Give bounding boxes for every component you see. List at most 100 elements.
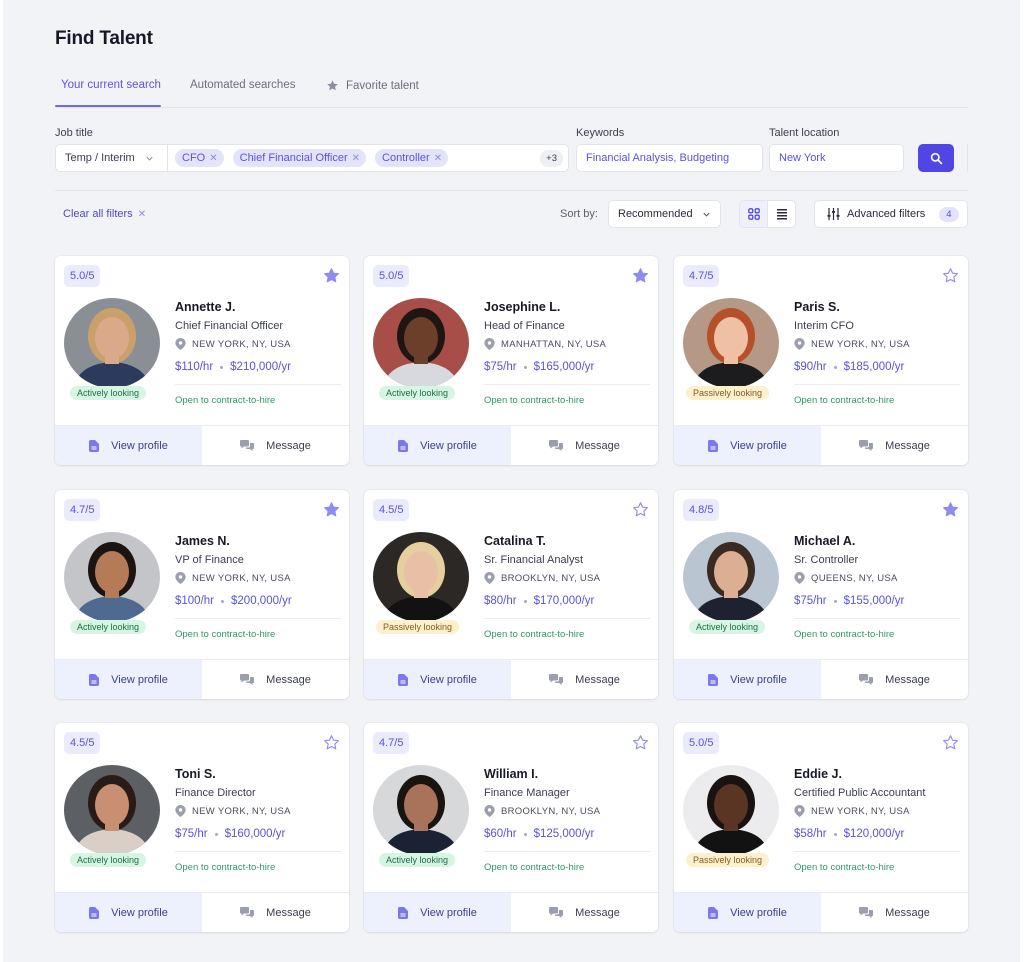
message-button[interactable]: Message — [821, 893, 968, 932]
avatar-photo — [683, 532, 779, 622]
contract-type: Open to contract-to-hire — [175, 862, 276, 873]
message-button[interactable]: Message — [202, 660, 349, 699]
document-icon — [89, 906, 100, 919]
message-button[interactable]: Message — [511, 426, 658, 465]
talent-location: BROOKLYN, NY, USA — [484, 572, 600, 584]
avatar[interactable] — [683, 765, 779, 855]
remove-chip-icon[interactable]: ✕ — [209, 153, 217, 164]
star-icon[interactable] — [323, 267, 340, 284]
location-text: NEW YORK, NY, USA — [192, 338, 291, 350]
message-label: Message — [885, 439, 930, 452]
chip-controller: Controller ✕ — [375, 149, 449, 167]
view-profile-button[interactable]: View profile — [364, 660, 511, 699]
find-talent-page: Find Talent Your current search Automate… — [3, 0, 1020, 962]
star-icon[interactable] — [323, 501, 340, 518]
view-profile-button[interactable]: View profile — [55, 660, 202, 699]
divider — [967, 144, 968, 172]
talent-rates: $75/hr $165,000/yr — [484, 361, 594, 373]
rating-badge: 4.7/5 — [683, 265, 720, 287]
tab-favorite-talent[interactable]: Favorite talent — [326, 79, 419, 92]
talent-name[interactable]: Michael A. — [794, 534, 855, 548]
more-chips-count[interactable]: +3 — [540, 150, 563, 167]
star-icon[interactable] — [942, 267, 959, 284]
job-title-chips[interactable]: CFO ✕ Chief Financial Officer ✕ Controller… — [168, 149, 568, 167]
talent-role: Sr. Controller — [794, 554, 859, 566]
document-icon — [89, 439, 100, 452]
remove-chip-icon[interactable]: ✕ — [434, 153, 442, 164]
view-profile-button[interactable]: View profile — [364, 426, 511, 465]
avatar[interactable] — [373, 765, 469, 855]
chat-icon — [549, 439, 564, 451]
message-button[interactable]: Message — [511, 660, 658, 699]
grid-view-button[interactable] — [740, 201, 768, 227]
talent-name[interactable]: Eddie J. — [794, 767, 842, 781]
divider — [794, 384, 960, 385]
divider — [794, 851, 960, 852]
sort-select[interactable]: Recommended — [608, 200, 721, 228]
view-profile-button[interactable]: View profile — [674, 893, 821, 932]
document-icon — [708, 906, 719, 919]
view-profile-button[interactable]: View profile — [674, 426, 821, 465]
tab-automated-searches[interactable]: Automated searches — [190, 79, 295, 91]
star-icon[interactable] — [323, 734, 340, 751]
star-icon[interactable] — [942, 734, 959, 751]
star-icon[interactable] — [632, 267, 649, 284]
status-badge: Actively looking — [379, 386, 456, 400]
talent-name[interactable]: Paris S. — [794, 300, 840, 314]
talent-card: 5.0/5 Passively looking Eddie J. Certifi… — [674, 723, 968, 932]
separator-dot — [221, 599, 225, 603]
talent-name[interactable]: Josephine L. — [484, 300, 560, 314]
document-icon — [708, 673, 719, 686]
talent-role: Chief Financial Officer — [175, 320, 284, 332]
message-button[interactable]: Message — [511, 893, 658, 932]
view-profile-label: View profile — [111, 673, 168, 686]
star-icon[interactable] — [632, 501, 649, 518]
clear-filters-link[interactable]: Clear all filters ✕ — [63, 208, 146, 220]
talent-name[interactable]: William I. — [484, 767, 538, 781]
card-actions: View profile Message — [364, 659, 658, 699]
talent-location: NEW YORK, NY, USA — [794, 338, 910, 350]
view-profile-button[interactable]: View profile — [55, 893, 202, 932]
document-icon — [708, 439, 719, 452]
avatar[interactable] — [373, 298, 469, 388]
talent-location: BROOKLYN, NY, USA — [484, 805, 600, 817]
message-button[interactable]: Message — [202, 426, 349, 465]
avatar[interactable] — [64, 532, 160, 622]
avatar[interactable] — [373, 532, 469, 622]
job-type-select[interactable]: Temp / Interim — [56, 145, 168, 171]
avatar[interactable] — [683, 298, 779, 388]
message-button[interactable]: Message — [202, 893, 349, 932]
rating-badge: 5.0/5 — [683, 732, 720, 754]
talent-name[interactable]: Annette J. — [175, 300, 235, 314]
chevron-down-icon — [703, 212, 710, 217]
view-profile-button[interactable]: View profile — [674, 660, 821, 699]
tab-current-search[interactable]: Your current search — [61, 79, 161, 91]
view-profile-button[interactable]: View profile — [364, 893, 511, 932]
message-button[interactable]: Message — [821, 660, 968, 699]
list-view-button[interactable] — [768, 201, 795, 227]
star-icon[interactable] — [632, 734, 649, 751]
avatar[interactable] — [64, 765, 160, 855]
talent-name[interactable]: James N. — [175, 534, 230, 548]
talent-name[interactable]: Toni S. — [175, 767, 216, 781]
avatar-photo — [373, 298, 469, 388]
avatar[interactable] — [64, 298, 160, 388]
talent-name[interactable]: Catalina T. — [484, 534, 546, 548]
message-label: Message — [575, 439, 620, 452]
avatar-photo — [373, 765, 469, 855]
remove-chip-icon[interactable]: ✕ — [352, 153, 360, 164]
yearly-rate: $125,000/yr — [533, 828, 595, 840]
message-button[interactable]: Message — [821, 426, 968, 465]
star-icon[interactable] — [942, 501, 959, 518]
avatar[interactable] — [683, 532, 779, 622]
advanced-filters-button[interactable]: Advanced filters 4 — [814, 200, 968, 228]
search-button[interactable] — [918, 144, 954, 172]
keywords-input[interactable]: Financial Analysis, Budgeting — [576, 144, 763, 172]
tab-label: Favorite talent — [346, 79, 419, 92]
view-profile-button[interactable]: View profile — [55, 426, 202, 465]
keywords-value: Financial Analysis, Budgeting — [586, 152, 730, 164]
chip-label: CFO — [182, 152, 206, 164]
location-input[interactable]: New York — [769, 144, 904, 172]
talent-card: 4.7/5 Actively looking William I. Financ… — [364, 723, 658, 932]
status-badge: Actively looking — [70, 853, 147, 867]
